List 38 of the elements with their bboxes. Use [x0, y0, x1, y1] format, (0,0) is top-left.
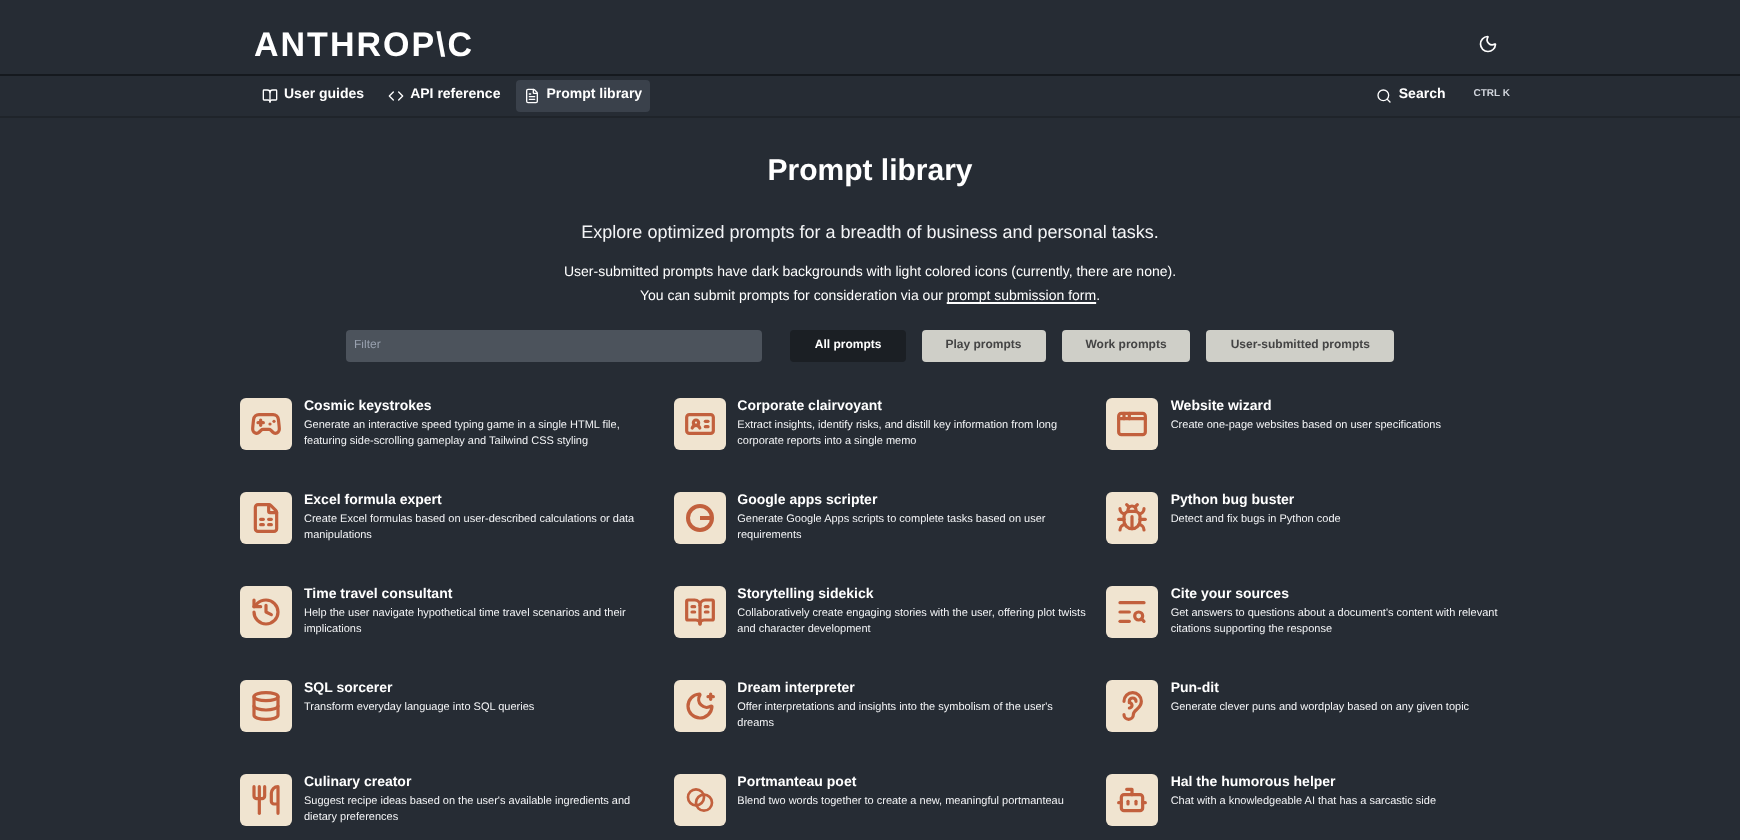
prompt-icon-tile[interactable] [1106, 680, 1159, 732]
prompt-icon-tile[interactable] [673, 398, 726, 450]
prompt-icon-tile[interactable] [673, 680, 726, 732]
prompt-icon-tile[interactable] [1106, 398, 1159, 450]
prompt-icon-tile[interactable] [240, 586, 292, 638]
bug-icon [1116, 502, 1149, 534]
clock-arrow-icon [250, 596, 282, 628]
prompt-icon-tile[interactable] [1106, 586, 1159, 638]
g-circle-icon [683, 502, 716, 534]
fork-knife-icon [250, 784, 282, 816]
prompt-icon-tile[interactable] [240, 492, 292, 544]
overlapping-circles-icon [683, 784, 716, 816]
page-subtitle: Explore optimized prompts for a breadth of business and personal tasks. [581, 219, 1159, 246]
window-icon [1116, 408, 1149, 440]
book-icon [262, 87, 278, 104]
prompt-icon-tile[interactable] [1106, 492, 1159, 544]
prompt-icon-tile[interactable] [240, 398, 292, 450]
search-icon [1376, 87, 1393, 104]
prompt-icon-tile[interactable] [673, 492, 726, 544]
spreadsheet-icon [250, 502, 282, 534]
theme-toggle-icon[interactable] [1478, 34, 1498, 55]
prompt-icon-tile[interactable] [240, 680, 292, 732]
logo[interactable]: ANTHROP\C [254, 19, 475, 71]
prompt-icon-tile[interactable] [1106, 774, 1159, 826]
text-search-icon [1116, 596, 1149, 628]
moon-stars-icon [683, 690, 716, 722]
id-card-icon [683, 408, 716, 440]
code-icon [388, 87, 405, 104]
ear-icon [1116, 690, 1149, 722]
prompt-icon-tile[interactable] [673, 586, 726, 638]
page-title: Prompt library [767, 152, 973, 192]
database-icon [250, 690, 282, 722]
prompt-icon-tile[interactable] [673, 774, 726, 826]
document-icon [524, 87, 541, 104]
robot-icon [1116, 784, 1149, 816]
prompt-icon-tile[interactable] [240, 774, 292, 826]
gamepad-icon [250, 408, 282, 440]
open-book-icon [683, 596, 716, 628]
